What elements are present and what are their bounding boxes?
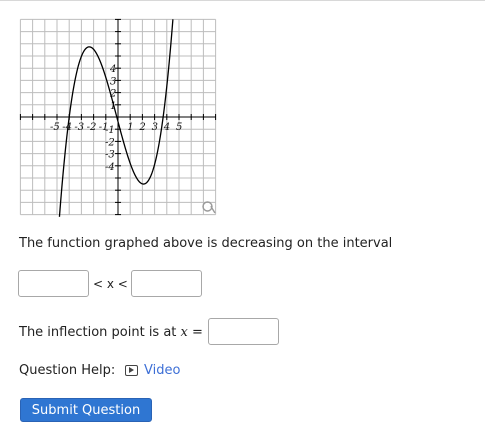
x-tick-label: -5 (50, 122, 60, 133)
x-tick-label: 1 (127, 122, 133, 133)
y-tick-label: -4 (105, 162, 115, 173)
video-link-label: Video (144, 363, 181, 378)
y-tick-label: -1 (105, 125, 115, 136)
question-help-label: Question Help: (19, 363, 116, 378)
interval-separator-text: < x < (93, 277, 128, 291)
inflection-question: The inflection point is at x = (19, 325, 203, 340)
y-tick-label: 4 (109, 64, 116, 75)
x-tick-label: 5 (176, 122, 182, 133)
function-curve (58, 19, 174, 217)
x-tick-label: 3 (152, 122, 158, 133)
graph-axes (19, 18, 217, 216)
x-tick-label: 4 (163, 122, 170, 133)
inflection-input[interactable] (208, 318, 279, 345)
inflection-prefix: The inflection point is at (19, 325, 177, 340)
upper-bound-input[interactable] (131, 270, 202, 297)
submit-question-button[interactable]: Submit Question (20, 398, 152, 422)
x-tick-label: -2 (87, 122, 97, 133)
magnifier-icon[interactable] (201, 200, 217, 216)
inflection-equals: = (192, 325, 203, 340)
function-graph: -5 -4 -3 -2 -1 1 2 3 4 5 4321-1-2-3-4 (19, 18, 217, 217)
y-tick-label: -3 (105, 150, 115, 161)
video-help-link[interactable]: Video (125, 363, 180, 378)
inflection-variable: x (180, 325, 188, 340)
y-tick-label: 3 (110, 76, 116, 87)
lower-bound-input[interactable] (18, 270, 89, 297)
question-prompt: The function graphed above is decreasing… (19, 236, 393, 251)
video-play-icon (125, 365, 138, 376)
x-tick-label: 2 (138, 122, 145, 133)
interval-separator: < x < (93, 277, 128, 291)
x-tick-label: -3 (74, 122, 84, 133)
y-tick-label: -2 (105, 137, 115, 148)
